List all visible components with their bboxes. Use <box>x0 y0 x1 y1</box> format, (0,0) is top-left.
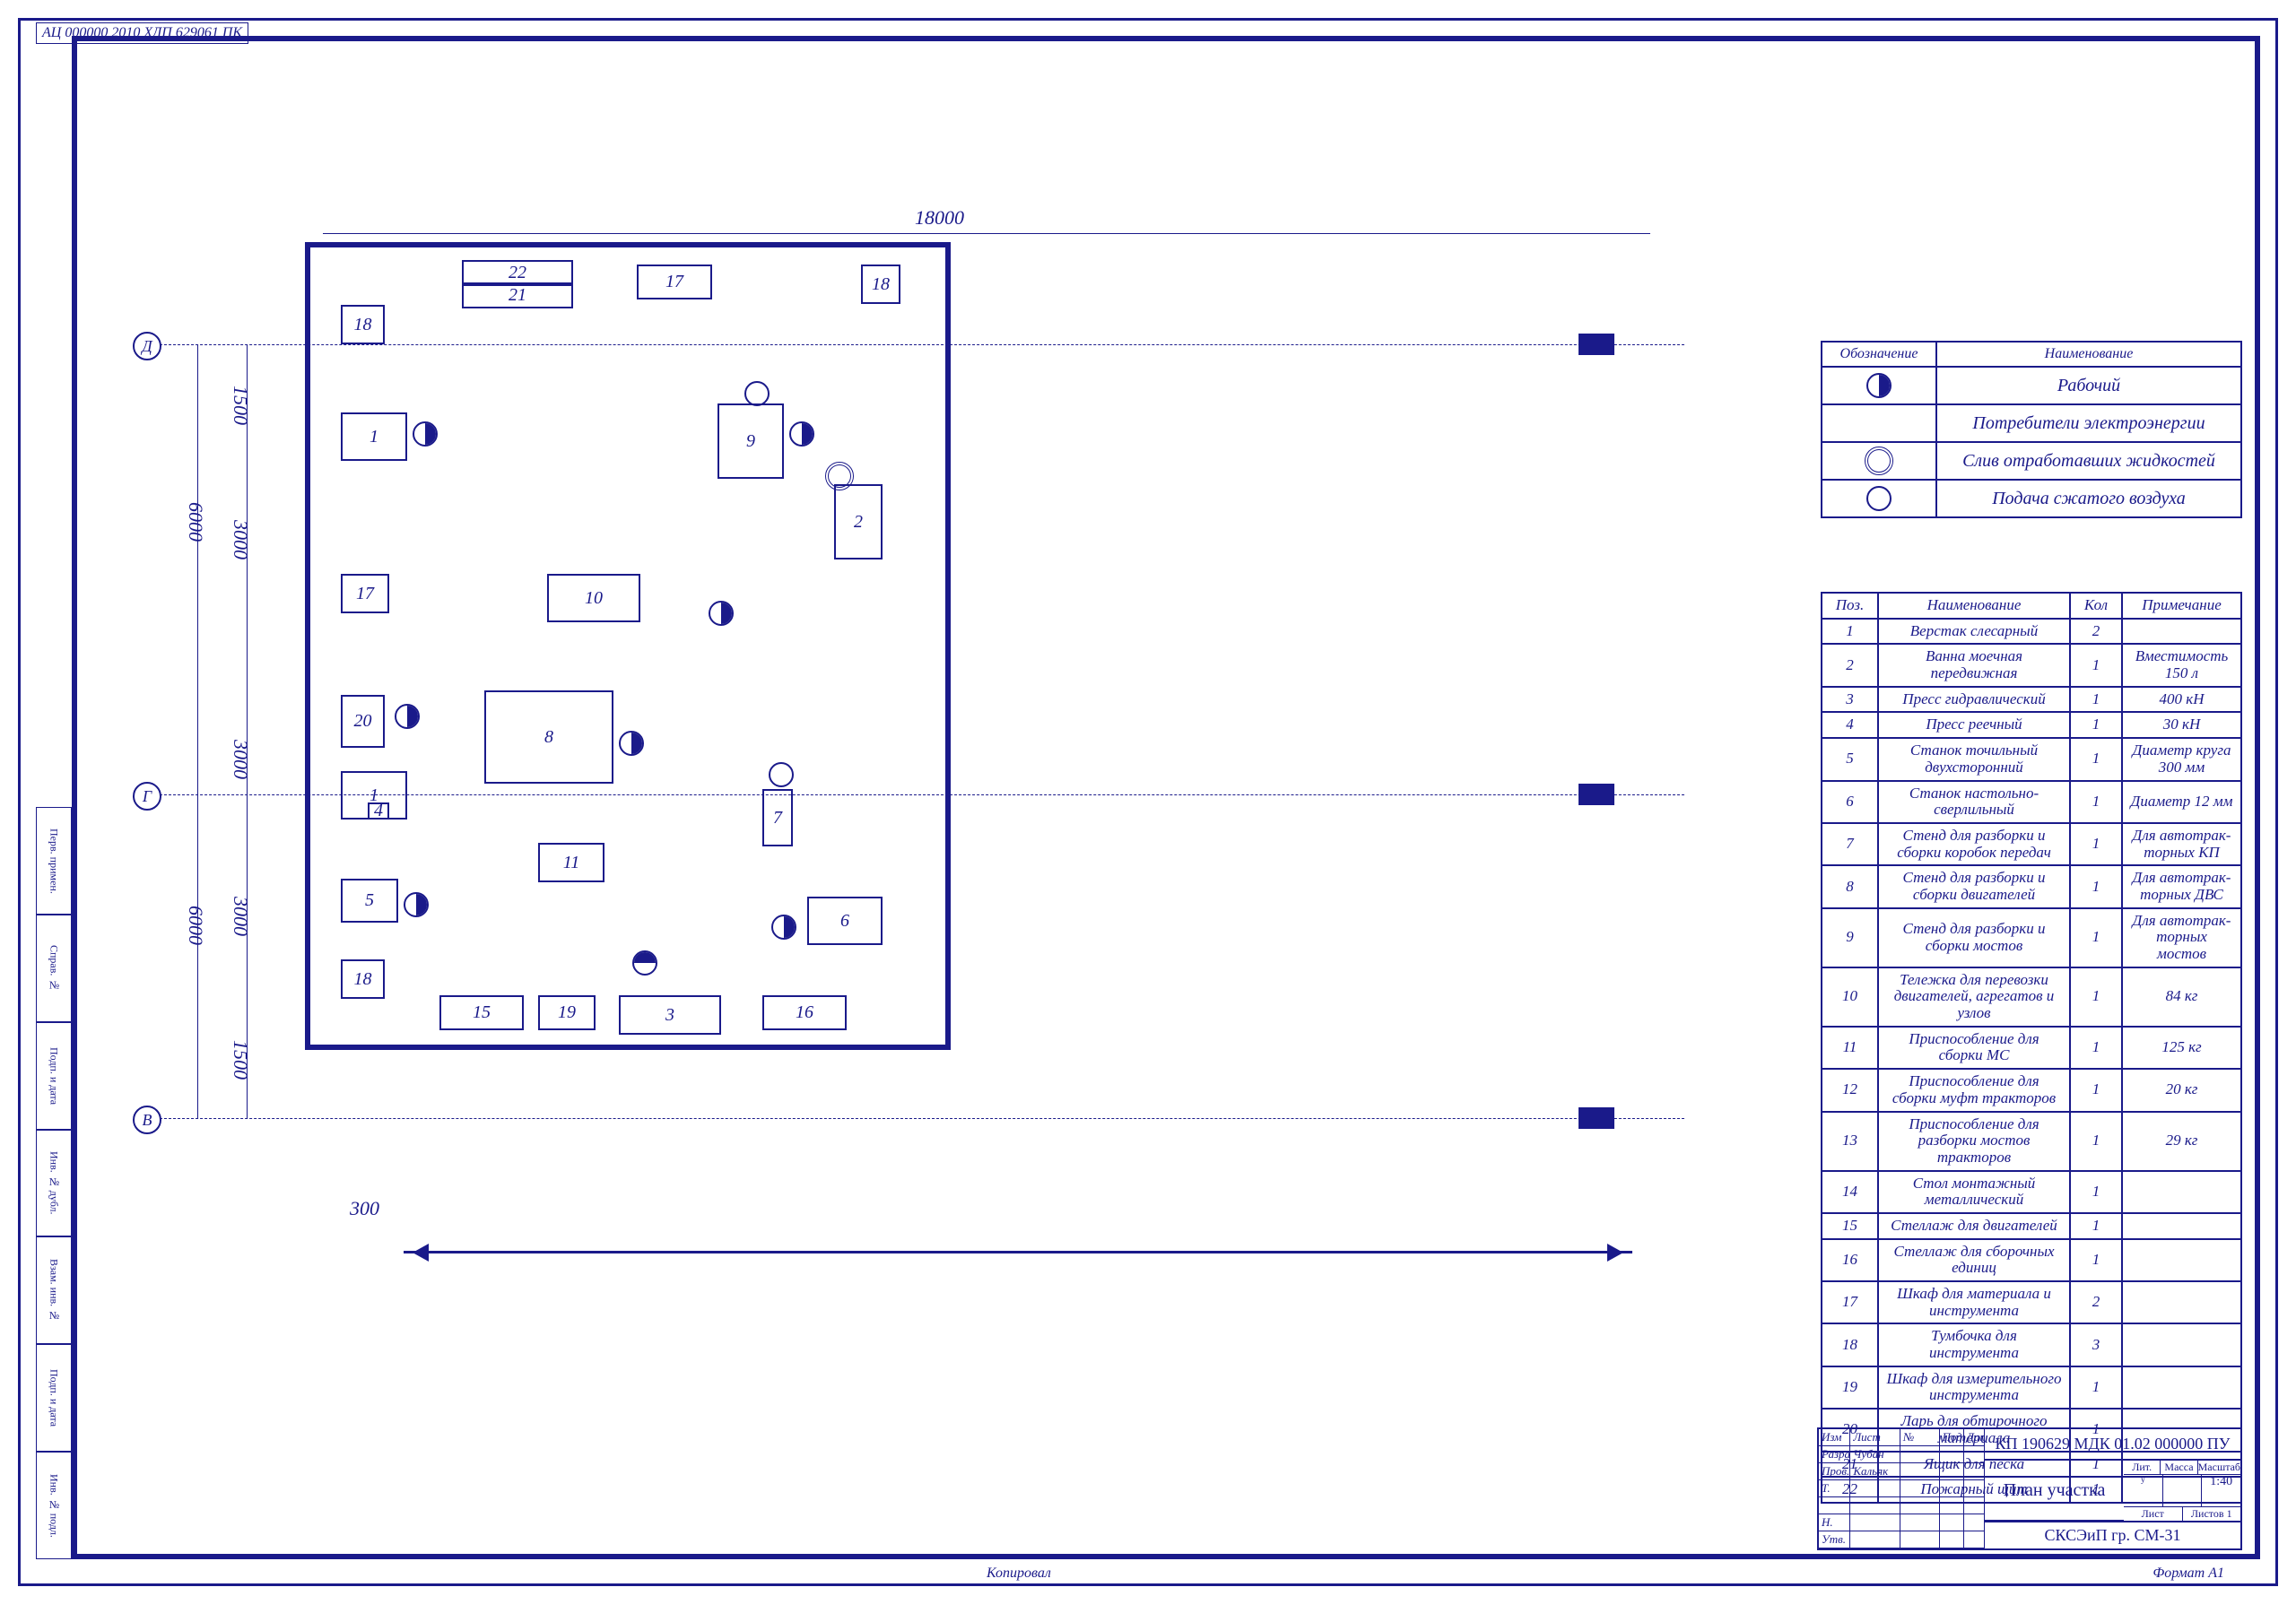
dim-line <box>323 233 1650 234</box>
axis-marker: Д <box>133 332 161 360</box>
top-code: АЦ 000000 2010 ХДП 629061 ПК <box>36 22 248 44</box>
equipment-18: 18 <box>341 959 385 999</box>
dim: 3000 <box>229 897 252 936</box>
worker-symbol <box>632 950 657 976</box>
dim: 1500 <box>229 386 252 425</box>
equipment-10: 10 <box>547 574 640 622</box>
worker-symbol <box>619 731 644 756</box>
equipment-9: 9 <box>718 403 784 479</box>
pillar <box>1578 784 1614 805</box>
dim: 6000 <box>184 502 207 542</box>
dim-width: 18000 <box>915 206 964 230</box>
equipment-4: 4 <box>368 802 389 820</box>
equipment-7: 7 <box>762 789 793 846</box>
equipment-8: 8 <box>484 690 613 784</box>
dim: 300 <box>350 1197 379 1220</box>
dim: 1500 <box>229 1040 252 1080</box>
pillar <box>1578 334 1614 355</box>
worker-symbol <box>771 915 796 940</box>
worker-symbol <box>709 601 734 626</box>
floor-plan: 123567891011151617171818181920212214 <box>305 215 1004 1157</box>
title-block: ИзмЛист№ докум.Подп.ДатаРазраб.Чубан Д. … <box>1817 1427 2242 1550</box>
pillar <box>1578 1107 1614 1129</box>
drain-symbol <box>825 462 854 490</box>
equipment-22: 22 <box>462 260 573 286</box>
worker-symbol <box>413 421 438 447</box>
drawing-code: КП 190629 МДК 01.02 000000 ПУ <box>1985 1429 2240 1461</box>
drawing-title: План участка <box>1985 1461 2124 1521</box>
axis-line <box>160 344 1684 345</box>
equipment-19: 19 <box>538 995 596 1030</box>
dim-line <box>247 344 248 1118</box>
axis-marker: В <box>133 1106 161 1134</box>
equipment-21: 21 <box>462 282 573 308</box>
dim: 6000 <box>184 906 207 945</box>
equipment-17: 17 <box>341 574 389 613</box>
axis-line <box>160 794 1684 795</box>
legend-table: ОбозначениеНаименование РабочийПотребите… <box>1821 341 2242 518</box>
equipment-15: 15 <box>439 995 524 1030</box>
binding-strip: Перв. примен. Справ. № Подп. и дата Инв.… <box>36 807 72 1559</box>
equipment-1: 1 <box>341 412 407 461</box>
org: СКСЭиП гр. СМ-31 <box>1985 1521 2240 1548</box>
worker-symbol <box>395 704 420 729</box>
wall <box>945 242 951 1049</box>
wall <box>305 1045 951 1050</box>
dim: 3000 <box>229 740 252 779</box>
wall <box>305 242 310 1049</box>
axis-line <box>160 1118 1684 1119</box>
equipment-5: 5 <box>341 879 398 923</box>
equipment-18: 18 <box>341 305 385 344</box>
equipment-20: 20 <box>341 695 385 748</box>
equipment-18: 18 <box>861 265 900 304</box>
footer-copy: Копировал <box>987 1566 1051 1582</box>
air-symbol <box>769 762 794 787</box>
section-arrow <box>404 1251 1632 1253</box>
equipment-11: 11 <box>538 843 604 882</box>
dim-line <box>197 344 198 1118</box>
worker-symbol <box>404 892 429 917</box>
axis-marker: Г <box>133 782 161 811</box>
worker-symbol <box>789 421 814 447</box>
equipment-3: 3 <box>619 995 721 1035</box>
air-symbol <box>744 381 770 406</box>
parts-table: Поз. Наименование Кол Примечание 1Верста… <box>1821 592 2242 1504</box>
wall <box>305 242 951 247</box>
dim: 3000 <box>229 520 252 559</box>
equipment-6: 6 <box>807 897 883 945</box>
equipment-2: 2 <box>834 484 883 559</box>
equipment-17: 17 <box>637 265 712 299</box>
footer-format: Формат А1 <box>2152 1566 2224 1582</box>
equipment-16: 16 <box>762 995 847 1030</box>
